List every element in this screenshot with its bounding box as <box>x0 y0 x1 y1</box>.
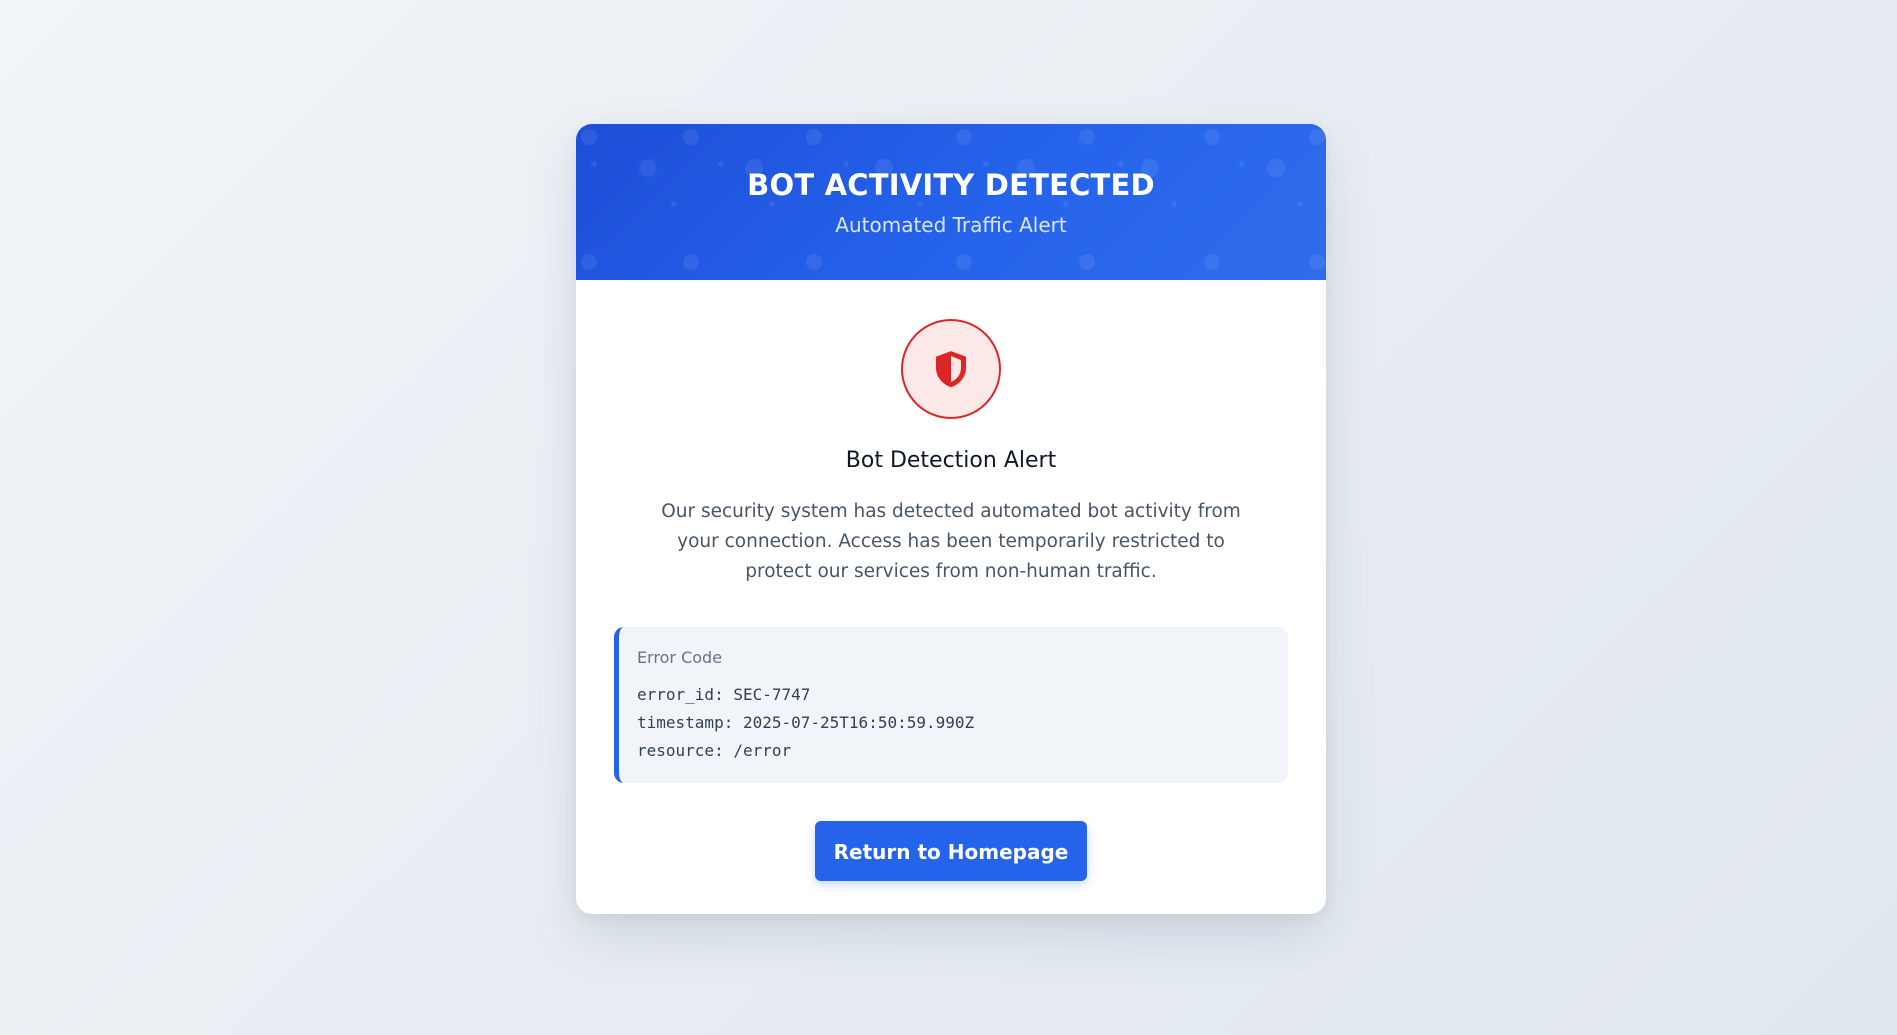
alert-icon-circle <box>901 319 1001 419</box>
shield-icon <box>935 351 967 388</box>
timestamp-line: timestamp: 2025-07-25T16:50:59.990Z <box>637 713 975 732</box>
error-details: error_id: SEC-7747 timestamp: 2025-07-25… <box>637 681 1268 765</box>
error-details-box: Error Code error_id: SEC-7747 timestamp:… <box>614 627 1288 783</box>
page-title: BOT ACTIVITY DETECTED <box>747 168 1155 202</box>
page-subtitle: Automated Traffic Alert <box>835 213 1067 237</box>
bot-alert-card: BOT ACTIVITY DETECTED Automated Traffic … <box>576 124 1326 914</box>
card-body: Bot Detection Alert Our security system … <box>576 319 1326 881</box>
error-code-label: Error Code <box>637 648 723 667</box>
error-id-line: error_id: SEC-7747 <box>637 685 811 704</box>
card-header: BOT ACTIVITY DETECTED Automated Traffic … <box>576 124 1326 280</box>
return-home-button[interactable]: Return to Homepage <box>815 821 1087 881</box>
alert-message: Our security system has detected automat… <box>661 501 1241 582</box>
resource-line: resource: /error <box>637 741 792 760</box>
alert-title: Bot Detection Alert <box>845 448 1057 473</box>
